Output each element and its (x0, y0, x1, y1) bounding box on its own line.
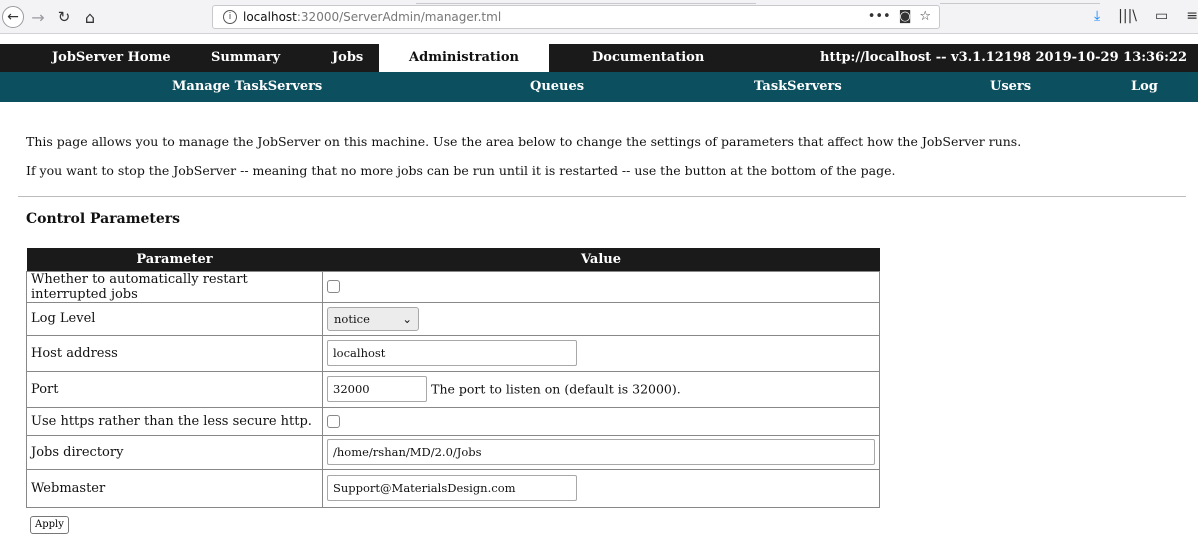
param-label: Webmaster (26, 468, 323, 508)
table-row: Jobs directory /home/rshan/MD/2.0/Jobs (26, 434, 880, 470)
param-value: 32000 The port to listen on (default is … (322, 370, 880, 408)
library-icon[interactable]: |||\ (1118, 8, 1137, 24)
param-label: Host address (26, 334, 323, 372)
url-path: :32000/ServerAdmin/manager.tml (296, 10, 502, 24)
intro-text: This page allows you to manage the JobSe… (26, 134, 1022, 149)
url-host: localhost (243, 10, 297, 24)
port-input[interactable]: 32000 (327, 376, 427, 402)
param-value: notice ⌄ (322, 301, 880, 336)
webmaster-input[interactable]: Support@MaterialsDesign.com (327, 475, 577, 501)
subnav-manage-taskservers[interactable]: Manage TaskServers (172, 72, 322, 102)
param-value (322, 270, 880, 303)
info-icon[interactable]: i (223, 10, 237, 24)
divider (18, 196, 1186, 197)
param-value (322, 406, 880, 436)
sidebar-icon[interactable]: ▭ (1155, 8, 1168, 24)
tab-strip (940, 0, 1100, 4)
pocket-icon[interactable]: ◙ (899, 9, 912, 24)
param-label: Port (26, 370, 323, 408)
page-actions-icon[interactable]: ••• (868, 9, 891, 24)
table-row: Log Level notice ⌄ (26, 301, 880, 336)
param-value: Support@MaterialsDesign.com (322, 468, 880, 508)
table-row: Port 32000 The port to listen on (defaul… (26, 370, 880, 408)
parameters-table: Parameter Value Whether to automatically… (26, 248, 880, 508)
log-level-value: notice (334, 311, 370, 326)
bookmark-star-icon[interactable]: ☆ (919, 9, 931, 24)
chevron-down-icon: ⌄ (402, 311, 412, 326)
jobs-directory-input[interactable]: /home/rshan/MD/2.0/Jobs (327, 439, 875, 465)
nav-summary[interactable]: Summary (211, 44, 280, 72)
nav-documentation[interactable]: Documentation (592, 44, 704, 72)
home-icon[interactable]: ⌂ (80, 6, 100, 28)
subnav-queues[interactable]: Queues (530, 72, 584, 102)
param-label: Log Level (26, 301, 323, 336)
table-header-row: Parameter Value (26, 248, 880, 271)
server-info: http://localhost -- v3.1.12198 2019-10-2… (820, 50, 1188, 65)
section-title: Control Parameters (26, 211, 181, 227)
apply-button[interactable]: Apply (30, 516, 69, 534)
table-row: Whether to automatically restart interru… (26, 270, 880, 303)
nav-jobserver-home[interactable]: JobServer Home (52, 44, 171, 72)
param-label: Use https rather than the less secure ht… (26, 406, 323, 436)
back-arrow-icon[interactable]: ← (2, 6, 24, 28)
host-address-input[interactable]: localhost (327, 340, 577, 366)
hamburger-menu-icon[interactable]: ≡ (1186, 8, 1198, 24)
url-bar[interactable]: i localhost:32000/ServerAdmin/manager.tm… (212, 5, 940, 29)
table-row: Use https rather than the less secure ht… (26, 406, 880, 436)
nav-jobs[interactable]: Jobs (332, 44, 363, 72)
nav-administration[interactable]: Administration (379, 44, 549, 72)
reload-icon[interactable]: ↻ (54, 6, 74, 28)
table-row: Host address localhost (26, 334, 880, 372)
use-https-checkbox[interactable] (327, 414, 340, 428)
param-value: /home/rshan/MD/2.0/Jobs (322, 434, 880, 470)
intro-text: If you want to stop the JobServer -- mea… (26, 163, 896, 178)
subnav-users[interactable]: Users (990, 72, 1031, 102)
param-label: Whether to automatically restart interru… (26, 270, 323, 303)
sub-nav: Manage TaskServers Queues TaskServers Us… (0, 72, 1198, 102)
forward-arrow-icon[interactable]: → (28, 6, 48, 28)
param-label: Jobs directory (26, 434, 323, 470)
column-header-value: Value (322, 248, 880, 271)
log-level-select[interactable]: notice ⌄ (327, 306, 419, 331)
subnav-log[interactable]: Log (1131, 72, 1158, 102)
main-nav: JobServer Home Summary Jobs Administrati… (0, 44, 1198, 72)
restart-jobs-checkbox[interactable] (327, 280, 340, 293)
param-value: localhost (322, 334, 880, 372)
column-header-parameter: Parameter (26, 248, 323, 271)
port-note: The port to listen on (default is 32000)… (431, 381, 681, 397)
subnav-taskservers[interactable]: TaskServers (754, 72, 842, 102)
download-icon[interactable]: ⤓ (1094, 8, 1100, 24)
browser-toolbar: ← → ↻ ⌂ i localhost:32000/ServerAdmin/ma… (0, 0, 1198, 34)
table-row: Webmaster Support@MaterialsDesign.com (26, 468, 880, 508)
tab-strip (416, 0, 756, 4)
